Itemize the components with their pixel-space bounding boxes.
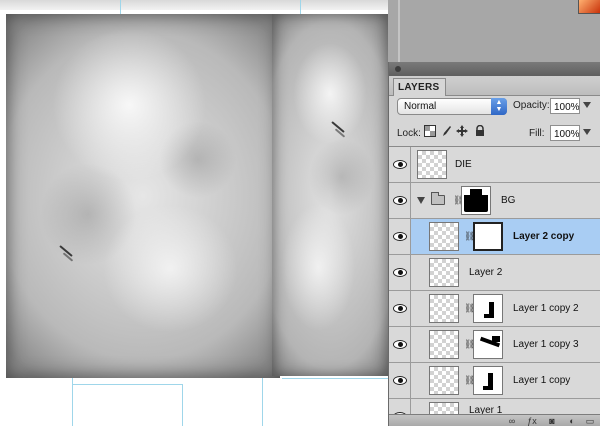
opacity-input[interactable] (550, 98, 580, 114)
guide-line (72, 372, 73, 426)
guide-line (300, 0, 301, 14)
color-swatch[interactable] (578, 0, 600, 14)
layer-style-icon[interactable]: ƒx (525, 415, 539, 426)
grunge-texture-panel-right (272, 14, 388, 376)
mask-link-icon[interactable]: ⛓ (464, 339, 475, 350)
mask-link-icon[interactable]: ⛓ (464, 375, 475, 386)
lock-image-pixels-icon[interactable] (439, 125, 453, 139)
panel-tab-bar: LAYERS (389, 76, 600, 96)
layer-thumbnail (429, 294, 459, 323)
mask-fill (482, 187, 490, 195)
layer-name: Layer 1 copy 3 (513, 339, 579, 350)
document-canvas[interactable] (0, 0, 388, 426)
new-group-icon[interactable]: ▭ (583, 415, 597, 426)
layer-mask-thumbnail (473, 222, 503, 251)
eye-icon (393, 196, 407, 205)
visibility-toggle[interactable] (389, 363, 411, 398)
layer-row-die[interactable]: DIE (389, 147, 600, 183)
layer-row-layer-2[interactable]: Layer 2 (389, 255, 600, 291)
layer-mask-thumbnail (473, 294, 503, 323)
layer-thumbnail (429, 258, 459, 287)
lock-label: Lock: (397, 128, 421, 139)
workspace-background (388, 0, 600, 62)
guide-line (120, 0, 121, 14)
layer-name: Layer 1 copy (513, 375, 571, 386)
eye-icon (393, 376, 407, 385)
blend-mode-select[interactable]: Normal ▲ ▼ (397, 98, 507, 115)
eye-icon (393, 340, 407, 349)
eye-icon (393, 232, 407, 241)
mask-fill (483, 386, 492, 390)
layers-panel: LAYERS Normal ▲▼ Opacity: Lock: Fill: DI… (388, 62, 600, 426)
select-arrows-icon: ▲ ▼ (491, 98, 507, 115)
layer-thumbnail (429, 366, 459, 395)
lock-transparent-pixels-icon[interactable] (423, 125, 437, 139)
layer-mask-thumbnail (473, 366, 503, 395)
fill-label: Fill: (529, 128, 545, 139)
folder-icon (431, 192, 445, 205)
layer-thumbnail (429, 330, 459, 359)
tab-layers[interactable]: LAYERS (393, 78, 447, 96)
fill-input[interactable] (550, 125, 580, 141)
add-mask-icon[interactable]: ◙ (545, 415, 559, 426)
guide-line (72, 384, 182, 385)
mask-link-icon[interactable]: ⛓ (464, 231, 475, 242)
layer-name: Layer 2 copy (513, 231, 575, 242)
layers-list: DIE ⛓ BG ⛓ Layer 2 copy Layer 2 ⛓ Layer … (389, 146, 600, 426)
panel-close-icon[interactable] (395, 66, 401, 72)
blend-mode-value: Normal (404, 101, 437, 112)
mask-fill (484, 314, 492, 318)
mask-fill (492, 336, 500, 342)
group-mask-thumbnail (461, 186, 491, 215)
eye-icon (393, 268, 407, 277)
fill-slider-toggle-icon[interactable] (583, 129, 591, 135)
layer-row-layer-2-copy[interactable]: ⛓ Layer 2 copy (389, 219, 600, 255)
visibility-toggle[interactable] (389, 327, 411, 362)
mask-link-icon[interactable]: ⛓ (464, 303, 475, 314)
guide-line (282, 378, 388, 379)
link-layers-icon[interactable]: ∞ (505, 415, 519, 426)
guide-line (262, 372, 263, 426)
adjustment-layer-icon[interactable]: ◐ (565, 415, 579, 426)
mask-fill (462, 187, 470, 195)
grunge-texture-panel-left (6, 14, 280, 378)
layer-name: Layer 1 copy 2 (513, 303, 579, 314)
layer-name: BG (501, 195, 516, 206)
eye-icon (393, 304, 407, 313)
visibility-toggle[interactable] (389, 183, 411, 218)
guide-line (182, 384, 183, 426)
layer-row-bg-group[interactable]: ⛓ BG (389, 183, 600, 219)
layer-row-layer-1-copy-2[interactable]: ⛓ Layer 1 copy 2 (389, 291, 600, 327)
layer-thumbnail (429, 222, 459, 251)
canvas-top-edge (0, 0, 388, 10)
visibility-toggle[interactable] (389, 291, 411, 326)
layer-row-layer-1-copy-3[interactable]: ⛓ Layer 1 copy 3 (389, 327, 600, 363)
layer-name: Layer 2 (469, 267, 503, 278)
layer-name: DIE (455, 159, 472, 170)
visibility-toggle[interactable] (389, 219, 411, 254)
lock-position-icon[interactable] (455, 125, 469, 139)
workspace-divider (398, 0, 400, 62)
lock-all-icon[interactable] (473, 124, 487, 139)
layer-row-layer-1-copy[interactable]: ⛓ Layer 1 copy (389, 363, 600, 399)
opacity-slider-toggle-icon[interactable] (583, 102, 591, 108)
panel-title-bar[interactable] (389, 62, 600, 76)
visibility-toggle[interactable] (389, 255, 411, 290)
layer-thumbnail (417, 150, 447, 179)
layer-mask-thumbnail (473, 330, 503, 359)
panel-bottom-toolbar: ∞ ƒx ◙ ◐ ▭ (389, 414, 600, 426)
opacity-label: Opacity: (513, 100, 550, 111)
mask-link-icon[interactable]: ⛓ (453, 195, 464, 206)
eye-icon (393, 160, 407, 169)
visibility-toggle[interactable] (389, 147, 411, 182)
group-expand-triangle-icon[interactable] (417, 197, 425, 204)
